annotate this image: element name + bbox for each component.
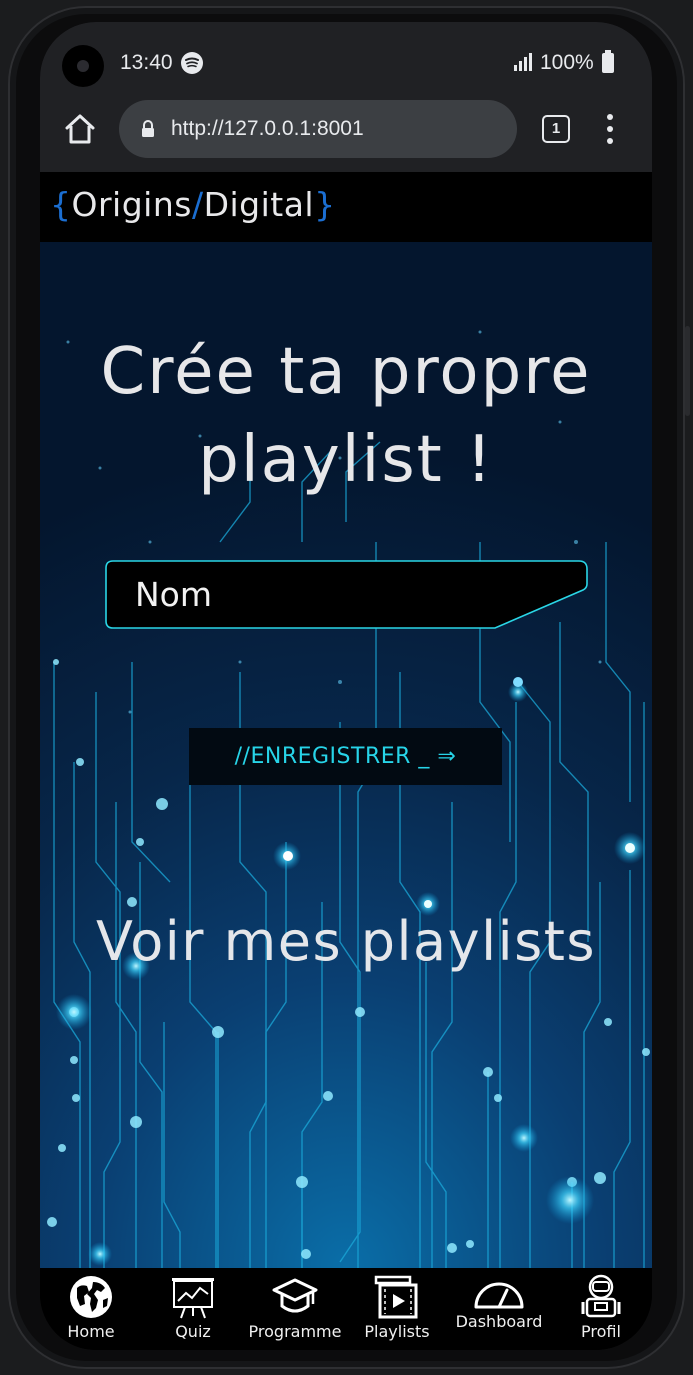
playlist-name-field[interactable] xyxy=(105,560,588,630)
site-header: {Origins/Digital} xyxy=(40,172,652,242)
url-text: http://127.0.0.1:8001 xyxy=(171,117,364,140)
battery-percentage: 100% xyxy=(540,51,594,74)
nav-item-quiz[interactable]: Quiz xyxy=(142,1274,244,1346)
url-field[interactable]: http://127.0.0.1:8001 xyxy=(119,100,517,158)
browser-toolbar: http://127.0.0.1:8001 1 xyxy=(40,94,652,172)
status-time: 13:40 xyxy=(120,51,173,74)
nav-item-dashboard[interactable]: Dashboard xyxy=(448,1274,550,1346)
graduation-cap-icon xyxy=(272,1278,318,1313)
robot-icon xyxy=(581,1274,621,1318)
page-title-line2: playlist ! xyxy=(198,423,494,497)
save-playlist-button[interactable]: //ENREGISTRER _ ⇒ xyxy=(189,728,502,785)
phone-side-button xyxy=(685,326,690,416)
playlist-creation-section: Crée ta propre playlist ! //ENREGISTRER … xyxy=(40,242,652,1268)
nav-label-profil: Profil xyxy=(581,1322,621,1341)
signal-icon xyxy=(514,53,532,71)
front-camera xyxy=(62,45,104,87)
presentation-chart-icon xyxy=(172,1278,214,1319)
globe-icon xyxy=(70,1276,112,1318)
logo-brace-close: } xyxy=(314,185,336,224)
my-playlists-link[interactable]: Voir mes playlists xyxy=(40,910,652,973)
site-logo[interactable]: {Origins/Digital} xyxy=(50,185,336,224)
page-title: Crée ta propre playlist ! xyxy=(40,328,652,504)
nav-item-programme[interactable]: Programme xyxy=(244,1274,346,1346)
nav-label-programme: Programme xyxy=(248,1322,342,1341)
home-icon[interactable] xyxy=(64,112,96,146)
logo-brace-open: { xyxy=(50,185,72,224)
nav-label-dashboard: Dashboard xyxy=(455,1312,543,1331)
logo-part-digital: Digital xyxy=(203,185,315,224)
nav-item-profil[interactable]: Profil xyxy=(550,1274,652,1346)
lock-icon xyxy=(142,120,154,137)
status-bar: 13:40 100% xyxy=(40,22,652,102)
spotify-icon xyxy=(181,52,203,74)
kebab-menu-icon[interactable] xyxy=(602,112,618,146)
nav-item-home[interactable]: Home xyxy=(40,1274,142,1346)
logo-part-origins: Origins xyxy=(71,185,192,224)
logo-slash: / xyxy=(191,185,204,224)
nav-label-playlists: Playlists xyxy=(364,1322,430,1341)
bottom-navigation: Home Quiz Programme Playlists Dashboard … xyxy=(40,1268,652,1350)
video-playlist-icon xyxy=(374,1275,418,1319)
playlist-name-input[interactable] xyxy=(135,570,515,618)
phone-screen: 13:40 100% http://127.0.0.1:8001 1 {Orig… xyxy=(40,22,652,1350)
page-title-line1: Crée ta propre xyxy=(100,335,592,409)
nav-item-playlists[interactable]: Playlists xyxy=(346,1274,448,1346)
nav-label-quiz: Quiz xyxy=(175,1322,211,1341)
gauge-icon xyxy=(474,1282,524,1309)
tab-switcher-button[interactable]: 1 xyxy=(542,115,570,143)
battery-icon xyxy=(602,50,614,73)
nav-label-home: Home xyxy=(67,1322,115,1341)
